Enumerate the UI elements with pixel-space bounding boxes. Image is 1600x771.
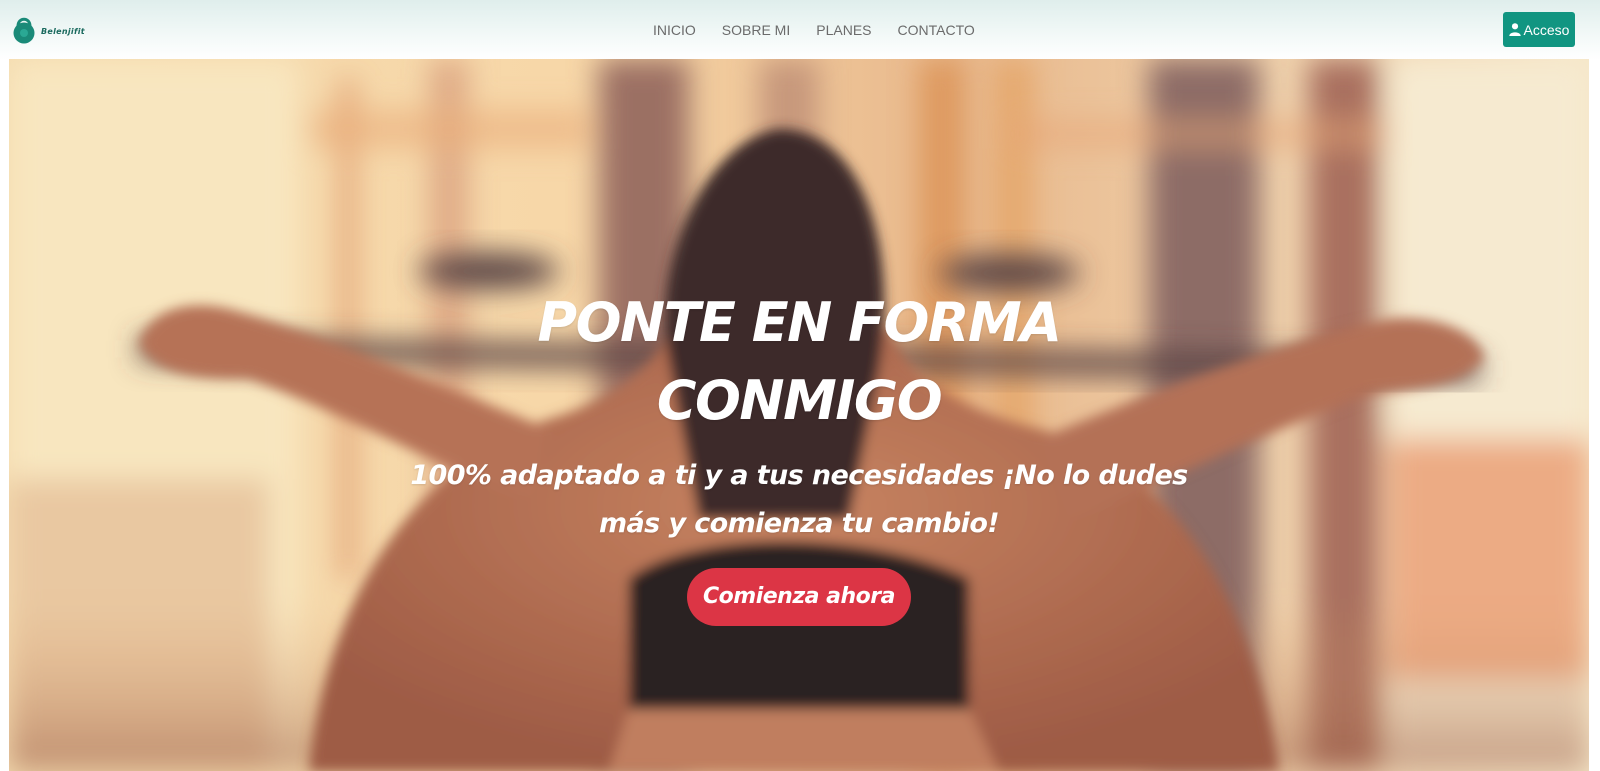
nav-inicio[interactable]: INICIO [653,22,696,38]
login-label: Acceso [1523,21,1570,38]
brand-name: Belenjifit [41,26,85,36]
hero-title-line-1: PONTE EN FORMA [537,291,1062,354]
nav-sobre-mi[interactable]: SOBRE MI [722,22,790,38]
main-nav: INICIO SOBRE MI PLANES CONTACTO [653,0,975,60]
nav-contacto[interactable]: CONTACTO [898,22,975,38]
navbar: Belenjifit INICIO SOBRE MI PLANES CONTAC… [0,0,1600,60]
hero-title-line-2: CONMIGO [656,369,943,432]
start-now-button[interactable]: Comienza ahora [687,568,911,626]
user-icon [1508,23,1521,36]
hero-subtitle: 100% adaptado a ti y a tus necesidades ¡… [410,460,1188,539]
nav-planes[interactable]: PLANES [816,22,871,38]
hero-content: PONTE EN FORMA CONMIGO 100% adaptado a t… [9,284,1589,626]
hero-title: PONTE EN FORMA CONMIGO [9,284,1589,440]
brand-logo[interactable]: Belenjifit [12,14,85,44]
login-button[interactable]: Acceso [1503,12,1575,47]
kettlebell-icon [13,17,35,44]
hero-section: PONTE EN FORMA CONMIGO 100% adaptado a t… [9,59,1589,771]
